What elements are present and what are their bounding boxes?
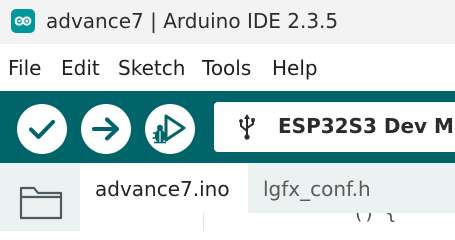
checkmark-icon	[29, 120, 55, 139]
menu-edit[interactable]: Edit	[61, 56, 100, 80]
editor-divider	[203, 213, 204, 231]
arduino-logo-icon	[11, 9, 35, 33]
window-title: advance7 | Arduino IDE 2.3.5	[46, 9, 339, 33]
menu-help[interactable]: Help	[272, 56, 318, 80]
usb-icon	[233, 113, 261, 141]
folder-icon[interactable]	[17, 182, 65, 222]
toolbar: ESP32S3 Dev M	[0, 91, 455, 163]
editor-area: advance7.ino lgfx_conf.h () {	[0, 163, 455, 231]
activity-sidebar	[0, 163, 80, 231]
menu-file[interactable]: File	[8, 56, 41, 80]
tab-advance7-ino[interactable]: advance7.ino	[80, 163, 248, 213]
upload-button[interactable]	[81, 104, 131, 154]
debug-button[interactable]	[145, 104, 195, 154]
debug-bug-icon	[152, 114, 186, 144]
board-selector[interactable]: ESP32S3 Dev M	[214, 102, 455, 152]
tab-label: advance7.ino	[95, 177, 230, 201]
menu-sketch[interactable]: Sketch	[118, 56, 185, 80]
tab-label: lgfx_conf.h	[263, 177, 371, 201]
menu-bar: File Edit Sketch Tools Help	[0, 44, 455, 91]
arrow-right-icon	[92, 117, 119, 141]
board-name: ESP32S3 Dev M	[278, 114, 454, 138]
menu-tools[interactable]: Tools	[202, 56, 251, 80]
title-bar: advance7 | Arduino IDE 2.3.5	[0, 0, 455, 44]
code-editor[interactable]: () {	[203, 213, 455, 231]
tab-lgfx-conf-h[interactable]: lgfx_conf.h	[248, 163, 455, 213]
code-text: () {	[353, 213, 397, 224]
verify-button[interactable]	[17, 104, 67, 154]
tab-bar: advance7.ino lgfx_conf.h	[80, 163, 455, 213]
